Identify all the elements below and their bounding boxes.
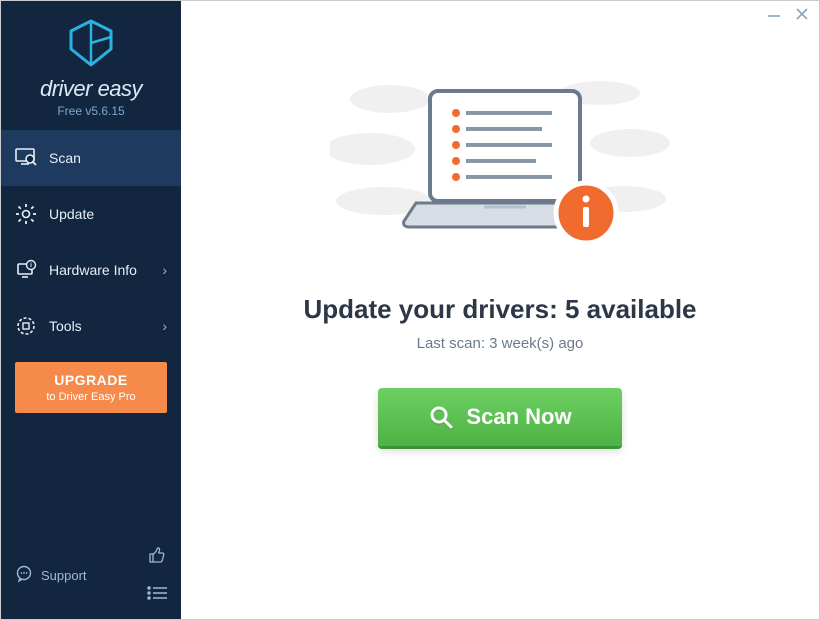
thumbs-up-icon xyxy=(147,545,167,565)
chevron-right-icon: › xyxy=(162,262,167,278)
upgrade-line1: UPGRADE xyxy=(19,372,163,388)
monitor-search-icon xyxy=(15,147,37,169)
close-button[interactable] xyxy=(795,7,809,26)
logo-block: driver easy Free v5.6.15 xyxy=(1,1,181,124)
tools-icon xyxy=(15,315,37,337)
support-button[interactable]: Support xyxy=(15,565,87,586)
menu-button[interactable] xyxy=(147,586,167,605)
upgrade-button[interactable]: UPGRADE to Driver Easy Pro xyxy=(15,362,167,413)
chat-icon xyxy=(15,565,33,586)
upgrade-line2: to Driver Easy Pro xyxy=(19,391,163,403)
sidebar-item-label: Tools xyxy=(49,318,82,334)
sidebar-item-scan[interactable]: Scan xyxy=(1,130,181,186)
headline-text: Update your drivers: 5 available xyxy=(303,294,696,325)
svg-text:i: i xyxy=(30,262,32,269)
minimize-icon xyxy=(767,7,781,21)
sidebar-item-label: Scan xyxy=(49,150,81,166)
last-scan-text: Last scan: 3 week(s) ago xyxy=(417,335,584,352)
close-icon xyxy=(795,7,809,21)
minimize-button[interactable] xyxy=(767,7,781,26)
magnifier-icon xyxy=(428,404,454,430)
window-controls xyxy=(767,7,809,26)
scan-button-label: Scan Now xyxy=(466,404,571,430)
scan-now-button[interactable]: Scan Now xyxy=(378,388,622,446)
gear-icon xyxy=(15,203,37,225)
sidebar-item-tools[interactable]: Tools › xyxy=(1,298,181,354)
nav: Scan Update xyxy=(1,130,181,354)
support-label: Support xyxy=(41,568,87,583)
sidebar-item-update[interactable]: Update xyxy=(1,186,181,242)
main-pane: Update your drivers: 5 available Last sc… xyxy=(181,1,819,619)
sidebar-item-label: Hardware Info xyxy=(49,262,137,278)
sidebar-bottom: Support xyxy=(1,535,181,619)
sidebar-item-label: Update xyxy=(49,206,94,222)
app-version: Free v5.6.15 xyxy=(1,104,181,118)
hardware-info-icon: i xyxy=(15,259,37,281)
feedback-button[interactable] xyxy=(147,545,167,570)
sidebar: driver easy Free v5.6.15 Scan xyxy=(1,1,181,619)
sidebar-item-hardware-info[interactable]: i Hardware Info › xyxy=(1,242,181,298)
app-logo-icon xyxy=(1,17,181,74)
app-name: driver easy xyxy=(1,76,181,102)
laptop-illustration xyxy=(330,69,670,274)
menu-list-icon xyxy=(147,586,167,600)
chevron-right-icon: › xyxy=(162,318,167,334)
app-window: driver easy Free v5.6.15 Scan xyxy=(0,0,820,620)
